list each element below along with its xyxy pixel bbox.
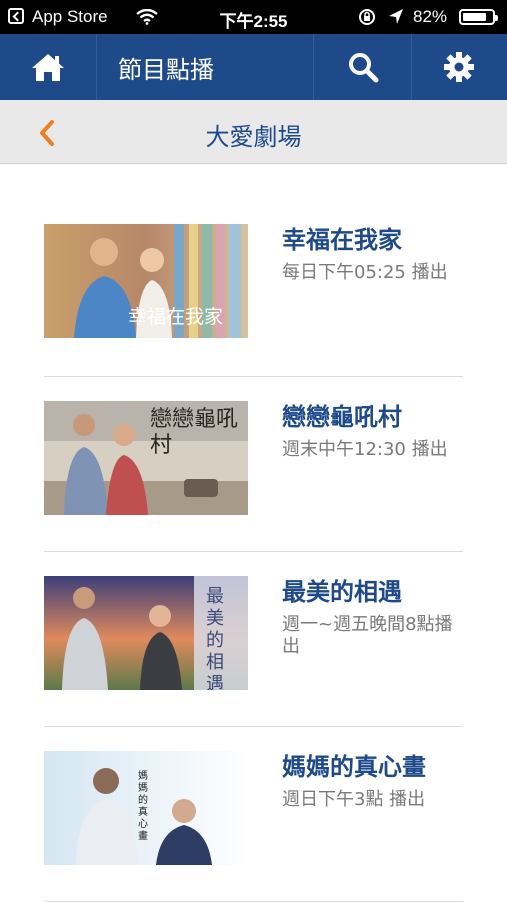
program-thumbnail[interactable]: 最美的相遇 bbox=[44, 576, 248, 690]
program-schedule: 週一~週五晚間8點播出 bbox=[282, 614, 453, 657]
program-item[interactable]: 媽媽的真心畫 媽媽的真心畫 週日下午3點 播出 bbox=[44, 727, 463, 902]
nav-title: 節目點播 bbox=[96, 34, 314, 100]
program-schedule: 週末中午12:30 播出 bbox=[282, 439, 448, 460]
section-title: 大愛劇場 bbox=[205, 123, 302, 151]
home-icon bbox=[32, 54, 64, 81]
thumbnail-caption: 最美的相遇 bbox=[206, 586, 224, 690]
section-header: 大愛劇場 bbox=[0, 100, 507, 164]
top-navbar: 節目點播 bbox=[0, 34, 507, 100]
orientation-lock-icon bbox=[359, 9, 375, 25]
program-title[interactable]: 幸福在我家 bbox=[282, 220, 402, 255]
thumbnail-caption: 幸福在我家 bbox=[128, 306, 224, 328]
status-bar: App Store 下午2:55 82% bbox=[0, 0, 507, 34]
program-item[interactable]: 戀戀龜吼村 戀戀龜吼村 週末中午12:30 播出 bbox=[44, 377, 463, 552]
thumbnail-caption: 媽媽的真心畫 bbox=[138, 771, 148, 842]
program-thumbnail[interactable]: 戀戀龜吼村 bbox=[44, 401, 248, 515]
program-schedule: 週日下午3點 播出 bbox=[282, 789, 426, 810]
program-item[interactable]: 幸福在我家 幸福在我家 每日下午05:25 播出 bbox=[44, 200, 463, 377]
program-thumbnail[interactable]: 幸福在我家 bbox=[44, 224, 248, 338]
program-list: 幸福在我家 幸福在我家 每日下午05:25 播出 戀戀龜吼村 戀戀龜吼村 週末中… bbox=[44, 200, 463, 902]
battery-percent: 82% bbox=[413, 7, 448, 26]
thumbnail-caption: 戀戀龜吼村 bbox=[150, 407, 239, 458]
search-icon bbox=[348, 53, 378, 83]
settings-button[interactable] bbox=[411, 34, 507, 100]
program-title[interactable]: 戀戀龜吼村 bbox=[282, 397, 402, 432]
program-schedule: 每日下午05:25 播出 bbox=[282, 262, 448, 283]
program-thumbnail[interactable]: 媽媽的真心畫 bbox=[44, 751, 248, 865]
search-button[interactable] bbox=[314, 34, 412, 100]
battery-icon bbox=[459, 9, 498, 25]
program-item[interactable]: 最美的相遇 最美的相遇 週一~週五晚間8點播出 bbox=[44, 552, 463, 727]
program-title[interactable]: 最美的相遇 bbox=[282, 572, 402, 607]
gear-icon bbox=[444, 52, 474, 82]
home-button[interactable] bbox=[0, 34, 97, 100]
location-icon bbox=[389, 9, 403, 24]
program-title[interactable]: 媽媽的真心畫 bbox=[282, 747, 426, 782]
